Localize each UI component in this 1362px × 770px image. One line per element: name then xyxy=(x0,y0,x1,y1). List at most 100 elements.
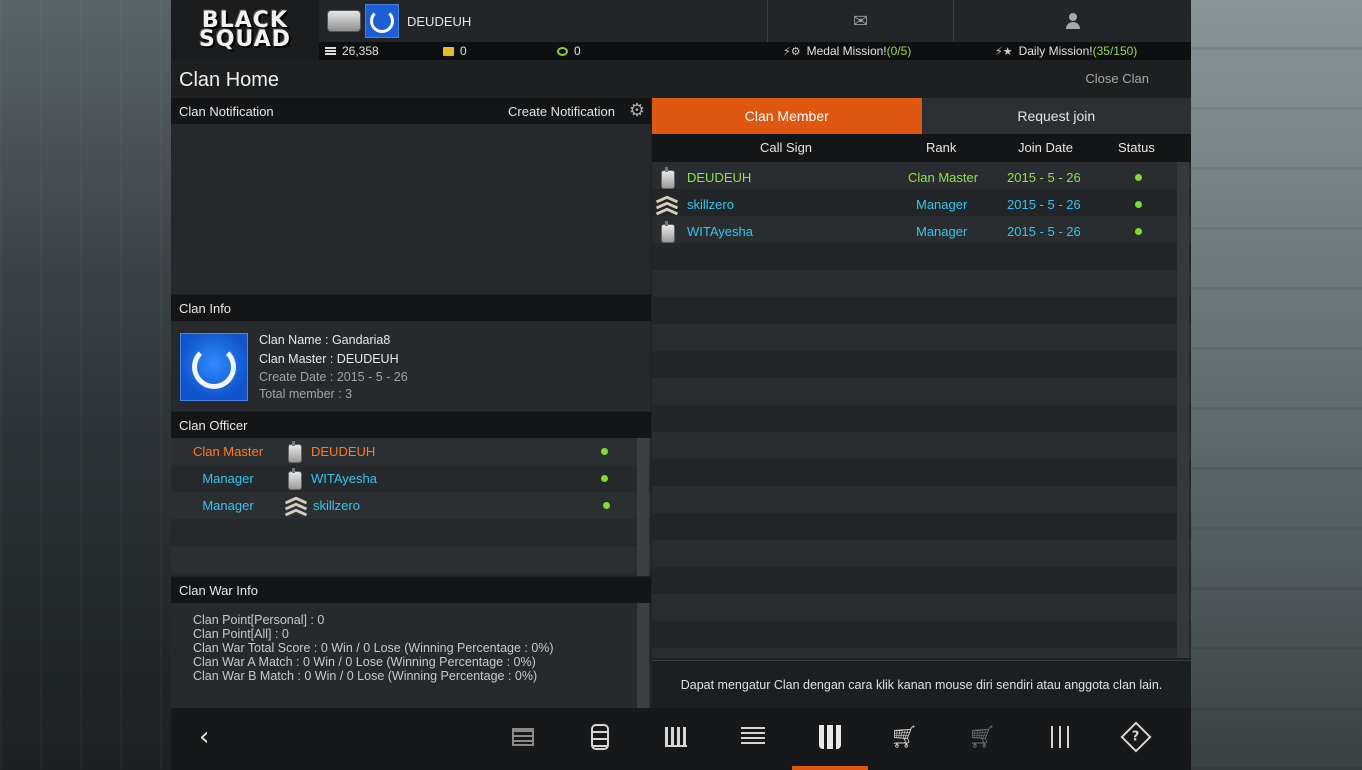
nav-stats-button[interactable] xyxy=(656,720,696,754)
player-profile[interactable]: DEUDEUH xyxy=(321,0,767,42)
column-join-date[interactable]: Join Date xyxy=(1018,140,1073,155)
war-info-scrollbar[interactable] xyxy=(637,603,649,708)
clan-war-total-score: Clan War Total Score : 0 Win / 0 Lose (W… xyxy=(193,641,554,655)
tab-request-join[interactable]: Request join xyxy=(921,98,1191,134)
table-row[interactable]: DEUDEUH Clan Master 2015 - 5 - 26 xyxy=(652,164,1177,191)
clan-total-member: Total member : 3 xyxy=(259,387,353,401)
create-notification-button[interactable]: Create Notification xyxy=(508,104,615,119)
officer-row[interactable]: Manager skillzero xyxy=(171,492,637,519)
clan-info-title: Clan Info xyxy=(179,300,232,316)
table-row[interactable]: skillzero Manager 2015 - 5 - 26 xyxy=(652,191,1177,218)
background-right xyxy=(1191,0,1362,770)
clan-war-header: Clan War Info xyxy=(171,577,651,603)
nav-active-indicator xyxy=(792,766,868,770)
member-call-sign: DEUDEUH xyxy=(687,170,752,185)
member-scrollbar[interactable] xyxy=(1177,162,1189,658)
online-status-icon xyxy=(601,448,608,455)
nav-cart-button[interactable]: 🛒︎ xyxy=(962,720,1002,754)
column-status[interactable]: Status xyxy=(1118,140,1155,155)
game-logo[interactable]: BLACK SQUAD xyxy=(171,0,319,60)
stats-icon xyxy=(665,727,687,747)
officer-row[interactable]: Clan Master DEUDEUH xyxy=(171,438,637,465)
user-icon xyxy=(1065,13,1080,29)
member-rank: Manager xyxy=(916,197,968,212)
clan-officer-header: Clan Officer xyxy=(171,412,651,438)
dogtag-icon xyxy=(285,440,303,463)
medal-mission-icon: ⚡⚙ xyxy=(783,44,801,58)
clan-war-panel: Clan Point[Personal] : 0 Clan Point[All]… xyxy=(171,603,651,708)
clan-info-header: Clan Info xyxy=(171,295,651,321)
title-row: Clan Home Close Clan xyxy=(171,60,1191,98)
medal-mission-progress: (0/5) xyxy=(886,44,912,58)
member-join-date: 2015 - 5 - 26 xyxy=(1007,224,1081,239)
clan-point-personal: Clan Point[Personal] : 0 xyxy=(193,613,325,627)
officer-role: Clan Master xyxy=(192,444,264,459)
clan-war-b-match: Clan War B Match : 0 Win / 0 Lose (Winni… xyxy=(193,669,538,683)
dogtag-icon xyxy=(658,218,682,245)
daily-mission[interactable]: ⚡★ Daily Mission! (35/150) xyxy=(995,42,1137,60)
tab-clan-member[interactable]: Clan Member xyxy=(652,98,922,134)
backpack-icon xyxy=(591,724,609,750)
medal-mission[interactable]: ⚡⚙ Medal Mission! (0/5) xyxy=(783,42,911,60)
top-bar: BLACK SQUAD DEUDEUH ✉ 26,358 0 0 ⚡⚙ Meda… xyxy=(171,0,1191,60)
clan-name: Clan Name : Gandaria8 xyxy=(259,333,391,347)
clan-create-date: Create Date : 2015 - 5 - 26 xyxy=(259,370,408,384)
clan-hint: Dapat mengatur Clan dengan cara klik kan… xyxy=(652,660,1191,708)
cards-value: 0 xyxy=(460,44,467,58)
back-icon[interactable]: ‹ xyxy=(199,724,223,750)
gear-icon[interactable]: ⚙ xyxy=(627,101,647,121)
online-status-icon xyxy=(601,475,608,482)
points-stat: 26,358 xyxy=(325,44,379,58)
clan-icon xyxy=(819,725,841,749)
points-value: 26,358 xyxy=(342,44,379,58)
clan-war-title: Clan War Info xyxy=(179,582,258,598)
column-rank[interactable]: Rank xyxy=(926,140,956,155)
nav-shop-button[interactable]: 🛒︎ xyxy=(884,720,924,754)
member-table-header: Call Sign Rank Join Date Status xyxy=(652,134,1191,162)
rank-badge-icon xyxy=(327,10,361,32)
list-icon xyxy=(512,728,534,746)
nav-clan-button[interactable] xyxy=(810,720,850,754)
medal-mission-label: Medal Mission! xyxy=(806,44,887,58)
nav-help-button[interactable]: ? xyxy=(1116,720,1156,754)
profile-button[interactable] xyxy=(953,0,1191,42)
daily-mission-progress: (35/150) xyxy=(1092,44,1138,58)
officer-row[interactable]: Manager WITAyesha xyxy=(171,465,637,492)
help-icon: ? xyxy=(1120,721,1152,753)
mail-button[interactable]: ✉ xyxy=(767,0,953,42)
mail-icon: ✉ xyxy=(852,10,869,31)
player-name: DEUDEUH xyxy=(407,13,472,29)
close-clan-button[interactable]: Close Clan xyxy=(1085,71,1149,86)
officer-scrollbar[interactable] xyxy=(637,438,649,576)
daily-mission-label: Daily Mission! xyxy=(1018,44,1093,58)
table-row[interactable]: WITAyesha Manager 2015 - 5 - 26 xyxy=(652,218,1177,245)
background-left xyxy=(0,0,171,770)
hint-text: Dapat mengatur Clan dengan cara klik kan… xyxy=(680,677,1163,692)
card-icon xyxy=(443,46,454,56)
notification-title: Clan Notification xyxy=(179,103,274,119)
member-join-date: 2015 - 5 - 26 xyxy=(1007,170,1081,185)
officer-name: skillzero xyxy=(313,498,360,513)
nav-settings-button[interactable] xyxy=(1040,720,1080,754)
board-icon xyxy=(741,727,765,747)
cart-icon: 🛒︎ xyxy=(968,724,996,750)
cards-stat: 0 xyxy=(443,44,467,58)
clan-officer-panel: Clan Master DEUDEUH Manager WITAyesha Ma… xyxy=(171,438,651,576)
clan-point-all: Clan Point[All] : 0 xyxy=(193,627,289,641)
online-status-icon xyxy=(1135,164,1142,191)
chevron-rank-icon xyxy=(656,191,680,218)
nav-board-button[interactable] xyxy=(733,720,773,754)
online-status-icon xyxy=(603,502,610,509)
nav-list-button[interactable] xyxy=(503,720,543,754)
dogtag-icon xyxy=(658,164,682,191)
column-call-sign[interactable]: Call Sign xyxy=(760,140,812,155)
clan-emblem-icon xyxy=(180,333,248,401)
daily-mission-icon: ⚡★ xyxy=(995,44,1013,58)
clan-master: Clan Master : DEUDEUH xyxy=(259,352,399,366)
nav-backpack-button[interactable] xyxy=(580,720,620,754)
officer-role: Manager xyxy=(202,471,254,486)
member-join-date: 2015 - 5 - 26 xyxy=(1007,197,1081,212)
clan-info-panel: Clan Name : Gandaria8 Clan Master : DEUD… xyxy=(171,321,651,411)
member-list: DEUDEUH Clan Master 2015 - 5 - 26 skillz… xyxy=(652,162,1191,658)
coin-icon xyxy=(557,46,568,56)
